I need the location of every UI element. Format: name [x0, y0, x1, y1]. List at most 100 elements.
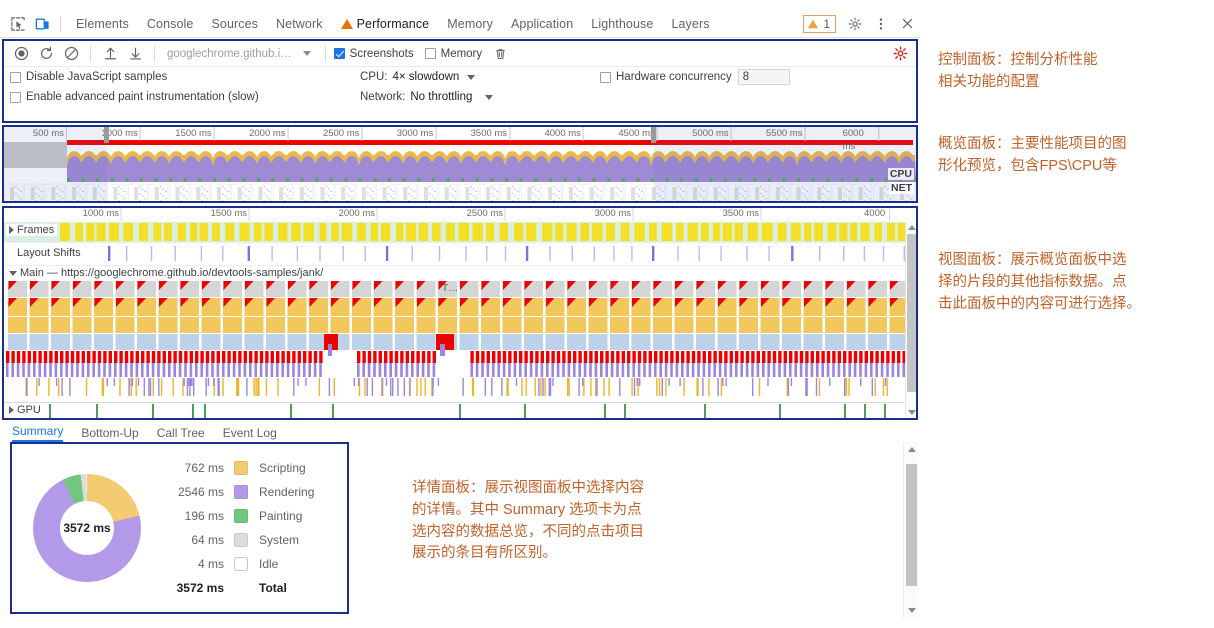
- track-frames[interactable]: Frames: [4, 222, 909, 242]
- upload-profile-icon[interactable]: [99, 43, 121, 65]
- overview-tick: 1500 ms: [175, 127, 214, 141]
- tab-network[interactable]: Network: [267, 13, 332, 35]
- disable-js-checkbox[interactable]: Disable JavaScript samples: [10, 71, 360, 83]
- more-vertical-icon[interactable]: [868, 12, 894, 36]
- warning-count-badge[interactable]: 1: [803, 15, 836, 33]
- trash-icon[interactable]: [489, 43, 511, 65]
- tab-performance[interactable]: Performance: [332, 13, 439, 35]
- track-label-gpu[interactable]: GPU: [6, 404, 44, 416]
- track-label-frames[interactable]: Frames: [6, 224, 57, 236]
- hardware-concurrency-input[interactable]: 8: [738, 69, 790, 85]
- flamechart-body[interactable]: Frames Layout Shifts Main — https://goog…: [4, 222, 916, 418]
- screenshots-checkbox-box[interactable]: [334, 48, 345, 59]
- hardware-concurrency-label: Hardware concurrency: [616, 71, 732, 83]
- flamechart-scrollbar[interactable]: [905, 222, 916, 418]
- legend-value: 196 ms: [162, 509, 234, 523]
- flamechart-tick: 2000 ms: [339, 208, 378, 221]
- disable-js-checkbox-box[interactable]: [10, 72, 21, 83]
- disable-js-label: Disable JavaScript samples: [26, 71, 167, 83]
- chevron-down-icon-network[interactable]: [485, 95, 493, 100]
- tab-summary[interactable]: Summary: [12, 424, 63, 442]
- track-label-layout-shifts[interactable]: Layout Shifts: [14, 247, 84, 259]
- tabbar-divider: [60, 16, 61, 32]
- tab-application[interactable]: Application: [502, 13, 582, 35]
- chevron-right-icon-frames[interactable]: [9, 226, 14, 234]
- view-panel[interactable]: 1000 ms 1500 ms 2000 ms 2500 ms 3000 ms 3500 …: [2, 206, 918, 420]
- tab-lighthouse[interactable]: Lighthouse: [582, 13, 662, 35]
- chevron-down-icon-cpu[interactable]: [467, 75, 475, 80]
- screenshot-root: Elements Console Sources Network Perform…: [0, 0, 1214, 628]
- legend-row[interactable]: 2546 ms Rendering: [162, 480, 333, 504]
- summary-donut-chart[interactable]: 3572 ms: [33, 474, 141, 582]
- chevron-down-icon-main[interactable]: [9, 271, 17, 276]
- scrollbar-thumb[interactable]: [907, 234, 916, 392]
- details-scrollbar[interactable]: [903, 442, 918, 618]
- main-flamechart[interactable]: T…: [4, 281, 909, 399]
- details-scroll-down-arrow[interactable]: [904, 603, 919, 618]
- overview-panel[interactable]: 500 ms 1000 ms 1500 ms 2000 ms 2500 ms 3000 m…: [2, 125, 918, 203]
- advanced-paint-checkbox[interactable]: Enable advanced paint instrumentation (s…: [10, 91, 360, 103]
- tab-call-tree[interactable]: Call Tree: [157, 426, 205, 442]
- chevron-down-icon[interactable]: [303, 51, 311, 56]
- memory-checkbox[interactable]: Memory: [425, 48, 483, 60]
- legend-row[interactable]: 64 ms System: [162, 528, 333, 552]
- overview-net-graph[interactable]: NET: [4, 182, 916, 203]
- close-icon[interactable]: [894, 12, 920, 36]
- legend-row[interactable]: 4 ms Idle: [162, 552, 333, 576]
- hardware-concurrency-checkbox[interactable]: Hardware concurrency: [600, 71, 732, 83]
- overview-cpu-graph[interactable]: CPU: [4, 142, 916, 182]
- tab-elements[interactable]: Elements: [67, 13, 138, 35]
- tab-performance-label: Performance: [357, 17, 430, 31]
- download-profile-icon[interactable]: [124, 43, 146, 65]
- details-scroll-up-arrow[interactable]: [904, 442, 919, 457]
- overview-tick: 5500 ms: [766, 127, 805, 141]
- legend-value: 762 ms: [162, 461, 234, 475]
- track-gpu[interactable]: GPU: [4, 402, 909, 418]
- cpu-throttling-cell[interactable]: CPU: 4× slowdown: [360, 71, 600, 83]
- network-value[interactable]: No throttling: [410, 91, 472, 103]
- network-throttling-cell[interactable]: Network: No throttling: [360, 91, 600, 103]
- tab-sources[interactable]: Sources: [202, 13, 267, 35]
- track-layout-shifts[interactable]: Layout Shifts: [4, 242, 909, 265]
- flamechart-ruler: 1000 ms 1500 ms 2000 ms 2500 ms 3000 ms 3500 …: [4, 208, 916, 222]
- reload-record-icon[interactable]: [35, 43, 57, 65]
- legend-label: Scripting: [248, 461, 306, 475]
- tab-bottom-up[interactable]: Bottom-Up: [81, 426, 138, 442]
- details-scroll-thumb[interactable]: [906, 464, 917, 586]
- overview-tick: 500 ms: [33, 127, 67, 141]
- scrollbar-up-arrow[interactable]: [906, 222, 917, 233]
- overview-idle-block: [4, 142, 67, 168]
- disable-js-cell: Disable JavaScript samples: [10, 71, 360, 83]
- overview-tick: 5000 ms: [692, 127, 731, 141]
- capture-settings-gear-icon[interactable]: [893, 46, 908, 61]
- net-bars: [4, 182, 916, 203]
- cpu-value[interactable]: 4× slowdown: [392, 71, 459, 83]
- details-tabs: Summary Bottom-Up Call Tree Event Log: [2, 422, 918, 442]
- memory-checkbox-box[interactable]: [425, 48, 436, 59]
- legend-row[interactable]: 196 ms Painting: [162, 504, 333, 528]
- tab-memory[interactable]: Memory: [438, 13, 502, 35]
- tab-layers[interactable]: Layers: [662, 13, 718, 35]
- gear-icon[interactable]: [842, 12, 868, 36]
- chevron-right-icon-gpu[interactable]: [9, 406, 14, 414]
- overview-selection-handle-right[interactable]: [651, 127, 656, 143]
- tab-event-log[interactable]: Event Log: [223, 426, 277, 442]
- overview-selection-handle-left[interactable]: [104, 127, 109, 143]
- device-toolbar-icon[interactable]: [30, 13, 54, 35]
- legend-swatch: [234, 533, 248, 547]
- track-main-header[interactable]: Main — https://googlechrome.github.io/de…: [4, 265, 909, 281]
- track-label-main[interactable]: Main — https://googlechrome.github.io/de…: [6, 267, 326, 279]
- inspect-cursor-icon[interactable]: [6, 13, 30, 35]
- scrollbar-down-arrow[interactable]: [906, 407, 917, 418]
- legend-row[interactable]: 762 ms Scripting: [162, 456, 333, 480]
- control-row-paint: Enable advanced paint instrumentation (s…: [4, 87, 916, 107]
- screenshots-checkbox[interactable]: Screenshots: [334, 48, 414, 60]
- tab-console[interactable]: Console: [138, 13, 203, 35]
- clear-icon[interactable]: [60, 43, 82, 65]
- frames-bars: [4, 222, 909, 242]
- advanced-paint-checkbox-box[interactable]: [10, 92, 21, 103]
- profile-select-value[interactable]: googlechrome.github.i…: [163, 48, 296, 60]
- record-circle-icon[interactable]: [10, 43, 32, 65]
- hardware-concurrency-checkbox-box[interactable]: [600, 72, 611, 83]
- warning-triangle-icon-badge: [808, 19, 818, 28]
